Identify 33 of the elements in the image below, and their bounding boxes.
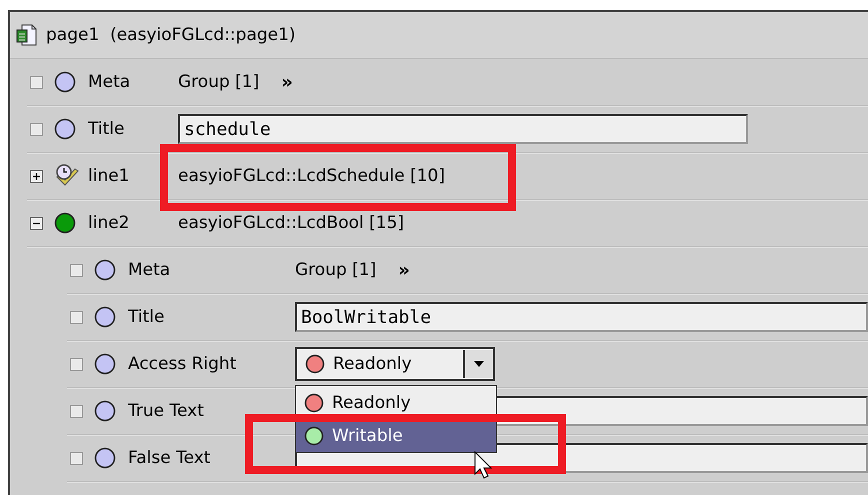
property-label: line2 bbox=[88, 213, 130, 233]
caret-icon bbox=[474, 361, 484, 367]
expand-group-button[interactable]: » bbox=[277, 72, 297, 92]
document-icon bbox=[16, 24, 38, 46]
dropdown-option[interactable]: Writable bbox=[296, 419, 496, 452]
checkbox[interactable] bbox=[30, 122, 43, 136]
access-dropdown[interactable]: Readonly bbox=[295, 347, 495, 381]
type-value: easyioFGLcd::LcdSchedule [10] bbox=[178, 166, 445, 186]
property-label: True Text bbox=[128, 401, 205, 421]
expand-group-button[interactable]: » bbox=[394, 260, 414, 280]
group-value: Group [1] bbox=[295, 260, 376, 280]
plus-icon bbox=[31, 170, 42, 182]
expand-toggle[interactable] bbox=[30, 216, 43, 230]
type-value: easyioFGLcd::LcdBool [15] bbox=[178, 213, 404, 233]
checkbox[interactable] bbox=[70, 264, 83, 276]
property-label: False Text bbox=[128, 448, 212, 468]
checkbox[interactable] bbox=[70, 310, 83, 324]
dropdown-option[interactable]: Readonly bbox=[296, 386, 496, 419]
property-label: Meta bbox=[88, 72, 132, 92]
text-field[interactable]: BoolWritable bbox=[295, 302, 868, 332]
page-title: page1 (easyioFGLcd::page1) bbox=[46, 25, 296, 45]
group-value: Group [1] bbox=[178, 72, 260, 92]
checkbox[interactable] bbox=[70, 404, 83, 418]
text-field[interactable]: schedule bbox=[178, 114, 748, 144]
property-label: line1 bbox=[88, 166, 130, 186]
property-label: Title bbox=[128, 307, 166, 327]
expand-toggle[interactable] bbox=[30, 170, 43, 182]
property-label: Title bbox=[88, 119, 126, 139]
property-label: Access Right bbox=[128, 354, 238, 374]
checkbox[interactable] bbox=[70, 358, 83, 370]
checkbox[interactable] bbox=[70, 452, 83, 464]
property-label: Meta bbox=[128, 260, 172, 280]
checkbox[interactable] bbox=[30, 76, 43, 88]
